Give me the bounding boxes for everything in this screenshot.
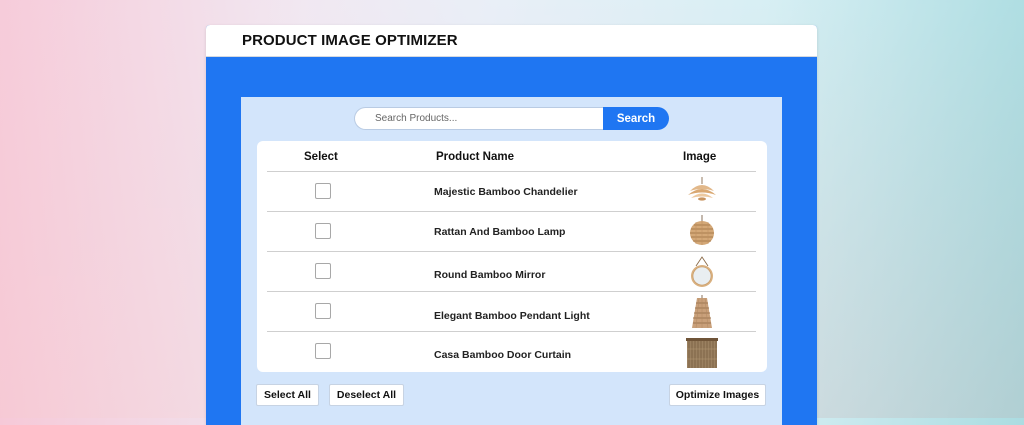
row-checkbox[interactable] <box>315 223 331 239</box>
app-title: PRODUCT IMAGE OPTIMIZER <box>242 32 458 49</box>
product-name: Casa Bamboo Door Curtain <box>434 349 572 361</box>
content-panel: Search Select Product Name Image Majesti… <box>241 97 782 425</box>
door-curtain-icon <box>686 338 718 368</box>
optimize-images-button[interactable]: Optimize Images <box>669 384 766 406</box>
column-header-product-name: Product Name <box>436 151 514 163</box>
pendant-light-icon <box>692 295 712 329</box>
search-button[interactable]: Search <box>603 107 669 130</box>
rattan-lamp-icon <box>690 215 714 245</box>
bamboo-chandelier-icon <box>688 177 716 201</box>
deselect-all-button[interactable]: Deselect All <box>329 384 404 406</box>
product-name: Majestic Bamboo Chandelier <box>434 186 578 198</box>
row-checkbox[interactable] <box>315 343 331 359</box>
row-checkbox[interactable] <box>315 263 331 279</box>
select-all-button[interactable]: Select All <box>256 384 319 406</box>
row-checkbox[interactable] <box>315 183 331 199</box>
column-header-image: Image <box>683 151 717 163</box>
product-name: Rattan And Bamboo Lamp <box>434 226 566 238</box>
table-row: Casa Bamboo Door Curtain <box>267 332 756 372</box>
product-table: Select Product Name Image Majestic Bambo… <box>257 141 767 372</box>
column-header-select: Select <box>304 151 338 163</box>
app-window: PRODUCT IMAGE OPTIMIZER Search Select Pr… <box>206 25 817 425</box>
table-row: Majestic Bamboo Chandelier <box>267 172 756 212</box>
table-row: Round Bamboo Mirror <box>267 252 756 292</box>
title-bar: PRODUCT IMAGE OPTIMIZER <box>206 25 817 57</box>
search-input[interactable] <box>354 107 625 130</box>
table-row: Elegant Bamboo Pendant Light <box>267 292 756 332</box>
round-mirror-icon <box>691 256 713 287</box>
product-name: Round Bamboo Mirror <box>434 269 546 281</box>
row-checkbox[interactable] <box>315 303 331 319</box>
product-name: Elegant Bamboo Pendant Light <box>434 310 590 322</box>
table-row: Rattan And Bamboo Lamp <box>267 212 756 252</box>
